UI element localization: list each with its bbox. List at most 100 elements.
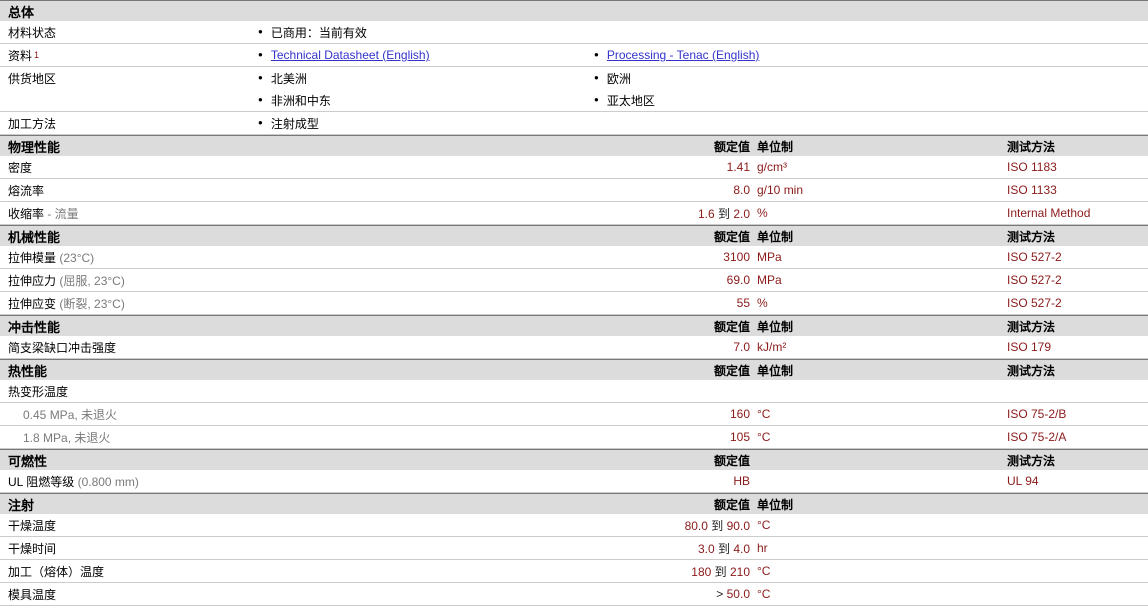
property-value: 8.0 [258,183,750,197]
section-title: 热性能 [8,363,48,379]
value-connector: 到 [714,564,727,579]
bullet-item: ● 注射成型 [258,112,594,134]
bullet-column: ● Processing - Tenac (English) [594,44,1148,66]
value-number: 50.0 [723,587,750,601]
property-unit: °C [757,407,771,421]
test-method: ISO 75-2/A [1007,430,1067,444]
property-label: 供货地区 [0,67,258,89]
value-connector: 到 [717,541,730,556]
property-value: > 50.0 [258,587,750,601]
property-condition: (屈服, 23°C) [56,273,125,288]
test-method: UL 94 [1007,474,1039,488]
section-title: 可燃性 [8,453,48,469]
general-row: 材料状态 ● 已商用：当前有效 [0,21,1148,44]
property-row: 干燥温度 80.0 到 90.0 °C [0,514,1148,537]
property-value: 160 [258,407,750,421]
property-label-text: 干燥时间 [8,541,57,556]
property-row: 密度 1.41 g/cm³ ISO 1183 [0,156,1148,179]
value-number: 55 [736,296,750,310]
property-unit: °C [757,518,771,532]
property-label: 拉伸应变 (断裂, 23°C) [0,295,258,312]
column-header-value: 额定值 [713,319,750,334]
property-condition: (断裂, 23°C) [56,296,125,311]
property-condition: (23°C) [56,250,95,265]
property-label: 简支梁缺口冲击强度 [0,339,258,356]
value-number: 3100 [723,250,750,264]
column-header-value: 额定值 [713,453,750,468]
property-label-text: UL 阻燃等级 [8,474,75,489]
general-row: 供货地区 ● 北美洲 ● 非洲和中东 ● 欧洲 ● 亚太地区 [0,67,1148,112]
property-label: 材料状态 [0,21,258,43]
bullet-icon: ● [258,94,263,104]
property-label-text: 收缩率 [8,206,45,221]
value-connector: 到 [717,206,730,221]
property-condition: - 流量 [44,206,79,221]
column-header-method: 测试方法 [1007,363,1056,378]
property-label: 1.8 MPa, 未退火 [0,429,258,446]
property-label: 熔流率 [0,182,258,199]
property-unit: MPa [757,250,782,264]
bullet-column: ● 注射成型 [258,112,594,134]
column-header-unit: 单位制 [757,363,794,378]
bullet-item: ● 亚太地区 [594,89,1148,111]
bullet-icon: ● [594,72,599,82]
bullet-column: ● Technical Datasheet (English) [258,44,594,66]
property-label: 资料 1 [0,44,258,66]
property-value: 105 [258,430,750,444]
column-header-value: 额定值 [713,139,750,154]
property-label-text: 密度 [8,160,33,175]
column-header-value: 额定值 [713,497,750,512]
property-unit: °C [757,564,771,578]
property-value: 3.0 到 4.0 [258,540,750,557]
property-unit: g/10 min [757,183,804,197]
bullet-icon: ● [258,117,263,127]
property-label-text: 简支梁缺口冲击强度 [8,340,117,355]
property-label-text: 热变形温度 [8,384,69,399]
property-condition: (0.800 mm) [74,474,139,489]
section-header: 热性能 额定值 单位制 测试方法 [0,359,1148,380]
column-header-value: 额定值 [713,229,750,244]
bullet-column: ● 欧洲 ● 亚太地区 [594,67,1148,111]
datasheet-link[interactable]: Processing - Tenac (English) [607,48,760,62]
bullet-item: ● 非洲和中东 [258,89,594,111]
value-number: 180 [691,564,715,579]
property-label: 干燥温度 [0,517,258,534]
bullet-text: 亚太地区 [606,93,655,108]
value-number: 4.0 [729,541,750,556]
property-unit: MPa [757,273,782,287]
section-title: 注射 [8,497,35,513]
value-number: 1.41 [726,160,750,174]
property-label: 密度 [0,159,258,176]
material-datasheet: 总体 材料状态 ● 已商用：当前有效 资料 1 ● Technical Datasheet (… [0,0,1148,606]
bullet-icon: ● [594,49,599,59]
column-header-unit: 单位制 [757,139,794,154]
property-row: 拉伸应变 (断裂, 23°C) 55% ISO 527-2 [0,292,1148,315]
value-number: 69.0 [726,273,750,287]
bullet-item: ● Technical Datasheet (English) [258,44,594,66]
column-header-unit: 单位制 [757,497,794,512]
property-label-text: 拉伸应变 [8,296,57,311]
property-unit: % [757,296,768,310]
bullet-column: ● 北美洲 ● 非洲和中东 [258,67,594,111]
property-row: 1.8 MPa, 未退火 105 °C ISO 75-2/A [0,426,1148,449]
value-number: 2.0 [729,206,750,221]
property-label-text: 熔流率 [8,183,45,198]
section-title: 物理性能 [8,139,61,155]
property-row: 干燥时间 3.0 到 4.0 hr [0,537,1148,560]
property-label: 收缩率 - 流量 [0,205,258,222]
property-label-text: 加工方法 [8,116,57,131]
value-number: 90.0 [723,518,750,533]
property-condition: 1.8 MPa, 未退火 [23,430,111,445]
datasheet-link[interactable]: Technical Datasheet (English) [271,48,430,62]
value-number: 80.0 [684,518,712,533]
property-row: 热变形温度 [0,380,1148,403]
bullet-text: 欧洲 [606,71,631,86]
value-number: HB [733,474,750,488]
value-number: 3.0 [697,541,718,556]
column-header-method: 测试方法 [1007,139,1056,154]
test-method: ISO 179 [1007,340,1052,354]
property-value: 55 [258,296,750,310]
property-label: 拉伸模量 (23°C) [0,249,258,266]
bullet-item: ● 北美洲 [258,67,594,89]
column-header-unit: 单位制 [757,319,794,334]
